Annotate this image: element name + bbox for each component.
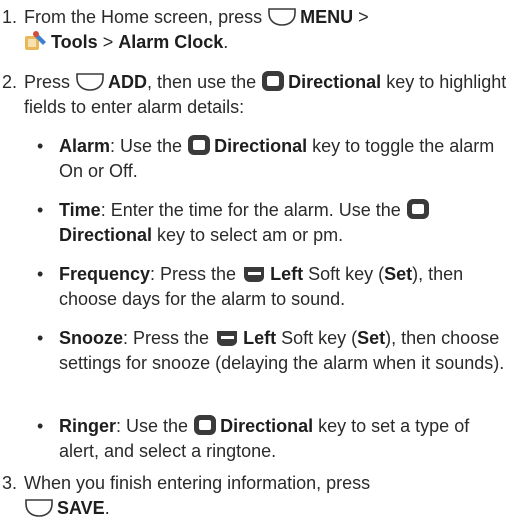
step-text: Press ADD, then use the Directional key … bbox=[24, 70, 507, 117]
directional-key-icon bbox=[187, 134, 211, 156]
softkey-icon bbox=[24, 498, 54, 518]
alarm-label: Alarm bbox=[59, 136, 111, 156]
step-number: 3. bbox=[2, 473, 18, 493]
step-number: 1. bbox=[2, 7, 18, 27]
ringer-label: Ringer bbox=[59, 416, 117, 436]
step-text: From the Home screen, press MENU > Tools… bbox=[24, 7, 369, 52]
softkey-icon bbox=[75, 72, 105, 92]
save-key-label: SAVE bbox=[57, 498, 105, 518]
directional-key-icon bbox=[261, 70, 285, 92]
alarm-clock-label: Alarm Clock bbox=[118, 32, 224, 52]
step-2: 2. Press ADD, then use the Directional k… bbox=[0, 70, 510, 120]
bullet-dot: • bbox=[37, 264, 44, 284]
left-softkey-icon bbox=[214, 328, 240, 348]
add-key-label: ADD bbox=[108, 72, 148, 92]
bullet-snooze: • Snooze: Press the Left Soft key (Set),… bbox=[37, 328, 505, 373]
directional-label: Directional bbox=[288, 72, 382, 92]
step-1: 1. From the Home screen, press MENU > To… bbox=[0, 5, 510, 55]
bullet-ringer: • Ringer: Use the Directional key to set… bbox=[37, 414, 470, 461]
left-softkey-icon bbox=[241, 264, 267, 284]
bullet-dot: • bbox=[37, 136, 44, 156]
directional-label: Directional bbox=[220, 416, 314, 436]
bullet-time: • Time: Enter the time for the alarm. Us… bbox=[37, 198, 507, 248]
left-label: Left bbox=[270, 264, 304, 284]
directional-key-icon bbox=[406, 198, 430, 220]
bullet-frequency: • Frequency: Press the Left Soft key (Se… bbox=[37, 264, 464, 309]
softkey-icon bbox=[267, 7, 297, 27]
bullet-dot: • bbox=[37, 200, 44, 220]
step-3: 3. When you finish entering information,… bbox=[0, 471, 510, 523]
step-text: When you finish entering information, pr… bbox=[24, 473, 371, 518]
time-label: Time bbox=[59, 200, 101, 220]
snooze-label: Snooze bbox=[59, 328, 124, 348]
directional-label: Directional bbox=[214, 136, 308, 156]
tools-label: Tools bbox=[51, 32, 98, 52]
instructions-page: 1. From the Home screen, press MENU > To… bbox=[0, 0, 517, 525]
bullet-alarm: • Alarm: Use the Directional key to togg… bbox=[37, 134, 495, 181]
directional-key-icon bbox=[193, 414, 217, 436]
step-number: 2. bbox=[2, 72, 18, 92]
set-label: Set bbox=[357, 328, 386, 348]
left-label: Left bbox=[243, 328, 277, 348]
frequency-label: Frequency bbox=[59, 264, 151, 284]
menu-key-label: MENU bbox=[300, 7, 354, 27]
bullet-dot: • bbox=[37, 328, 44, 348]
directional-label: Directional bbox=[59, 225, 153, 245]
tools-icon bbox=[24, 30, 48, 52]
bullet-dot: • bbox=[37, 416, 44, 436]
set-label: Set bbox=[384, 264, 413, 284]
